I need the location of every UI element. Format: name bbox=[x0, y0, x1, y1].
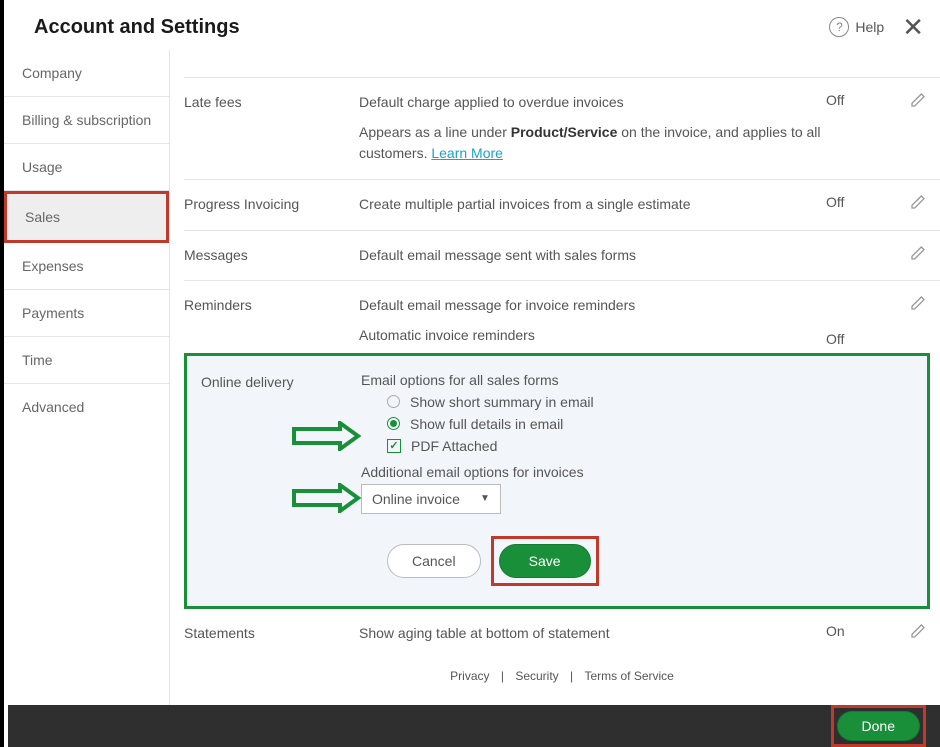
privacy-link[interactable]: Privacy bbox=[450, 669, 489, 683]
edit-messages[interactable] bbox=[896, 245, 926, 267]
late-fees-value: Off bbox=[826, 92, 896, 165]
settings-sidebar: Company Billing & subscription Usage Sal… bbox=[4, 50, 170, 707]
radio-icon bbox=[387, 417, 400, 430]
sidebar-item-sales[interactable]: Sales bbox=[4, 191, 169, 243]
sidebar-item-company[interactable]: Company bbox=[4, 50, 169, 97]
pencil-icon bbox=[910, 194, 926, 210]
cancel-button[interactable]: Cancel bbox=[387, 544, 481, 578]
checkbox-icon: ✓ bbox=[387, 439, 401, 453]
sidebar-item-advanced[interactable]: Advanced bbox=[4, 384, 169, 430]
section-label: Reminders bbox=[184, 295, 359, 346]
edit-progress[interactable] bbox=[896, 194, 926, 216]
page-title: Account and Settings bbox=[34, 16, 829, 39]
invoice-format-select[interactable]: Online invoice ▼ bbox=[361, 484, 501, 514]
sidebar-item-time[interactable]: Time bbox=[4, 337, 169, 384]
radio-short-summary[interactable]: Show short summary in email bbox=[361, 394, 913, 410]
radio-icon bbox=[387, 395, 400, 408]
section-messages: Messages Default email message sent with… bbox=[184, 231, 940, 282]
radio-label: Show short summary in email bbox=[410, 394, 594, 410]
edit-reminders[interactable] bbox=[896, 295, 926, 346]
arrow-annotation-icon bbox=[292, 421, 362, 451]
late-fees-desc: Default charge applied to overdue invoic… bbox=[359, 92, 826, 114]
section-late-fees: Late fees Default charge applied to over… bbox=[184, 78, 940, 180]
close-icon[interactable]: ✕ bbox=[902, 14, 924, 40]
section-reminders: Reminders Default email message for invo… bbox=[184, 281, 940, 352]
done-button[interactable]: Done bbox=[837, 711, 920, 741]
arrow-annotation-icon bbox=[292, 483, 362, 513]
progress-desc: Create multiple partial invoices from a … bbox=[359, 194, 826, 216]
section-label: Late fees bbox=[184, 92, 359, 165]
security-link[interactable]: Security bbox=[515, 669, 558, 683]
sidebar-item-billing[interactable]: Billing & subscription bbox=[4, 97, 169, 144]
late-fees-desc2: Appears as a line under Product/Service … bbox=[359, 122, 826, 165]
reminders-desc2: Automatic invoice reminders bbox=[359, 325, 535, 347]
reminders-desc1: Default email message for invoice remind… bbox=[359, 295, 635, 317]
learn-more-link[interactable]: Learn More bbox=[431, 145, 503, 161]
footer-links: Privacy | Security | Terms of Service bbox=[184, 659, 940, 687]
pencil-icon bbox=[910, 245, 926, 261]
select-value: Online invoice bbox=[372, 491, 460, 507]
chevron-down-icon: ▼ bbox=[480, 493, 490, 504]
online-heading: Email options for all sales forms bbox=[361, 372, 913, 388]
statements-value: On bbox=[826, 623, 896, 645]
checkbox-label: PDF Attached bbox=[411, 438, 497, 454]
section-statements: Statements Show aging table at bottom of… bbox=[184, 609, 940, 659]
radio-label: Show full details in email bbox=[410, 416, 563, 432]
section-label: Online delivery bbox=[201, 372, 361, 586]
pencil-icon bbox=[910, 623, 926, 639]
save-button[interactable]: Save bbox=[499, 544, 591, 578]
pencil-icon bbox=[910, 295, 926, 311]
reminders-value: Off bbox=[826, 331, 896, 347]
section-online-delivery: Online delivery Email options for all sa… bbox=[184, 353, 930, 609]
statements-desc: Show aging table at bottom of statement bbox=[359, 623, 826, 645]
edit-statements[interactable] bbox=[896, 623, 926, 645]
sidebar-item-expenses[interactable]: Expenses bbox=[4, 243, 169, 290]
radio-full-details[interactable]: Show full details in email bbox=[361, 416, 913, 432]
section-progress-invoicing: Progress Invoicing Create multiple parti… bbox=[184, 180, 940, 231]
sidebar-item-payments[interactable]: Payments bbox=[4, 290, 169, 337]
online-heading2: Additional email options for invoices bbox=[361, 464, 913, 480]
help-button[interactable]: ? Help bbox=[829, 17, 884, 37]
help-icon: ? bbox=[829, 17, 849, 37]
section-label: Messages bbox=[184, 245, 359, 267]
annotation-done-highlight: Done bbox=[831, 705, 926, 747]
annotation-save-highlight: Save bbox=[491, 536, 599, 586]
progress-value: Off bbox=[826, 194, 896, 216]
checkbox-pdf-attached[interactable]: ✓ PDF Attached bbox=[361, 438, 913, 454]
help-label: Help bbox=[855, 19, 884, 35]
terms-link[interactable]: Terms of Service bbox=[584, 669, 673, 683]
section-label: Progress Invoicing bbox=[184, 194, 359, 216]
pencil-icon bbox=[910, 92, 926, 108]
footer-bar: Done bbox=[8, 705, 940, 747]
sidebar-item-usage[interactable]: Usage bbox=[4, 144, 169, 191]
edit-late-fees[interactable] bbox=[896, 92, 926, 165]
section-label: Statements bbox=[184, 623, 359, 645]
messages-desc: Default email message sent with sales fo… bbox=[359, 245, 826, 267]
